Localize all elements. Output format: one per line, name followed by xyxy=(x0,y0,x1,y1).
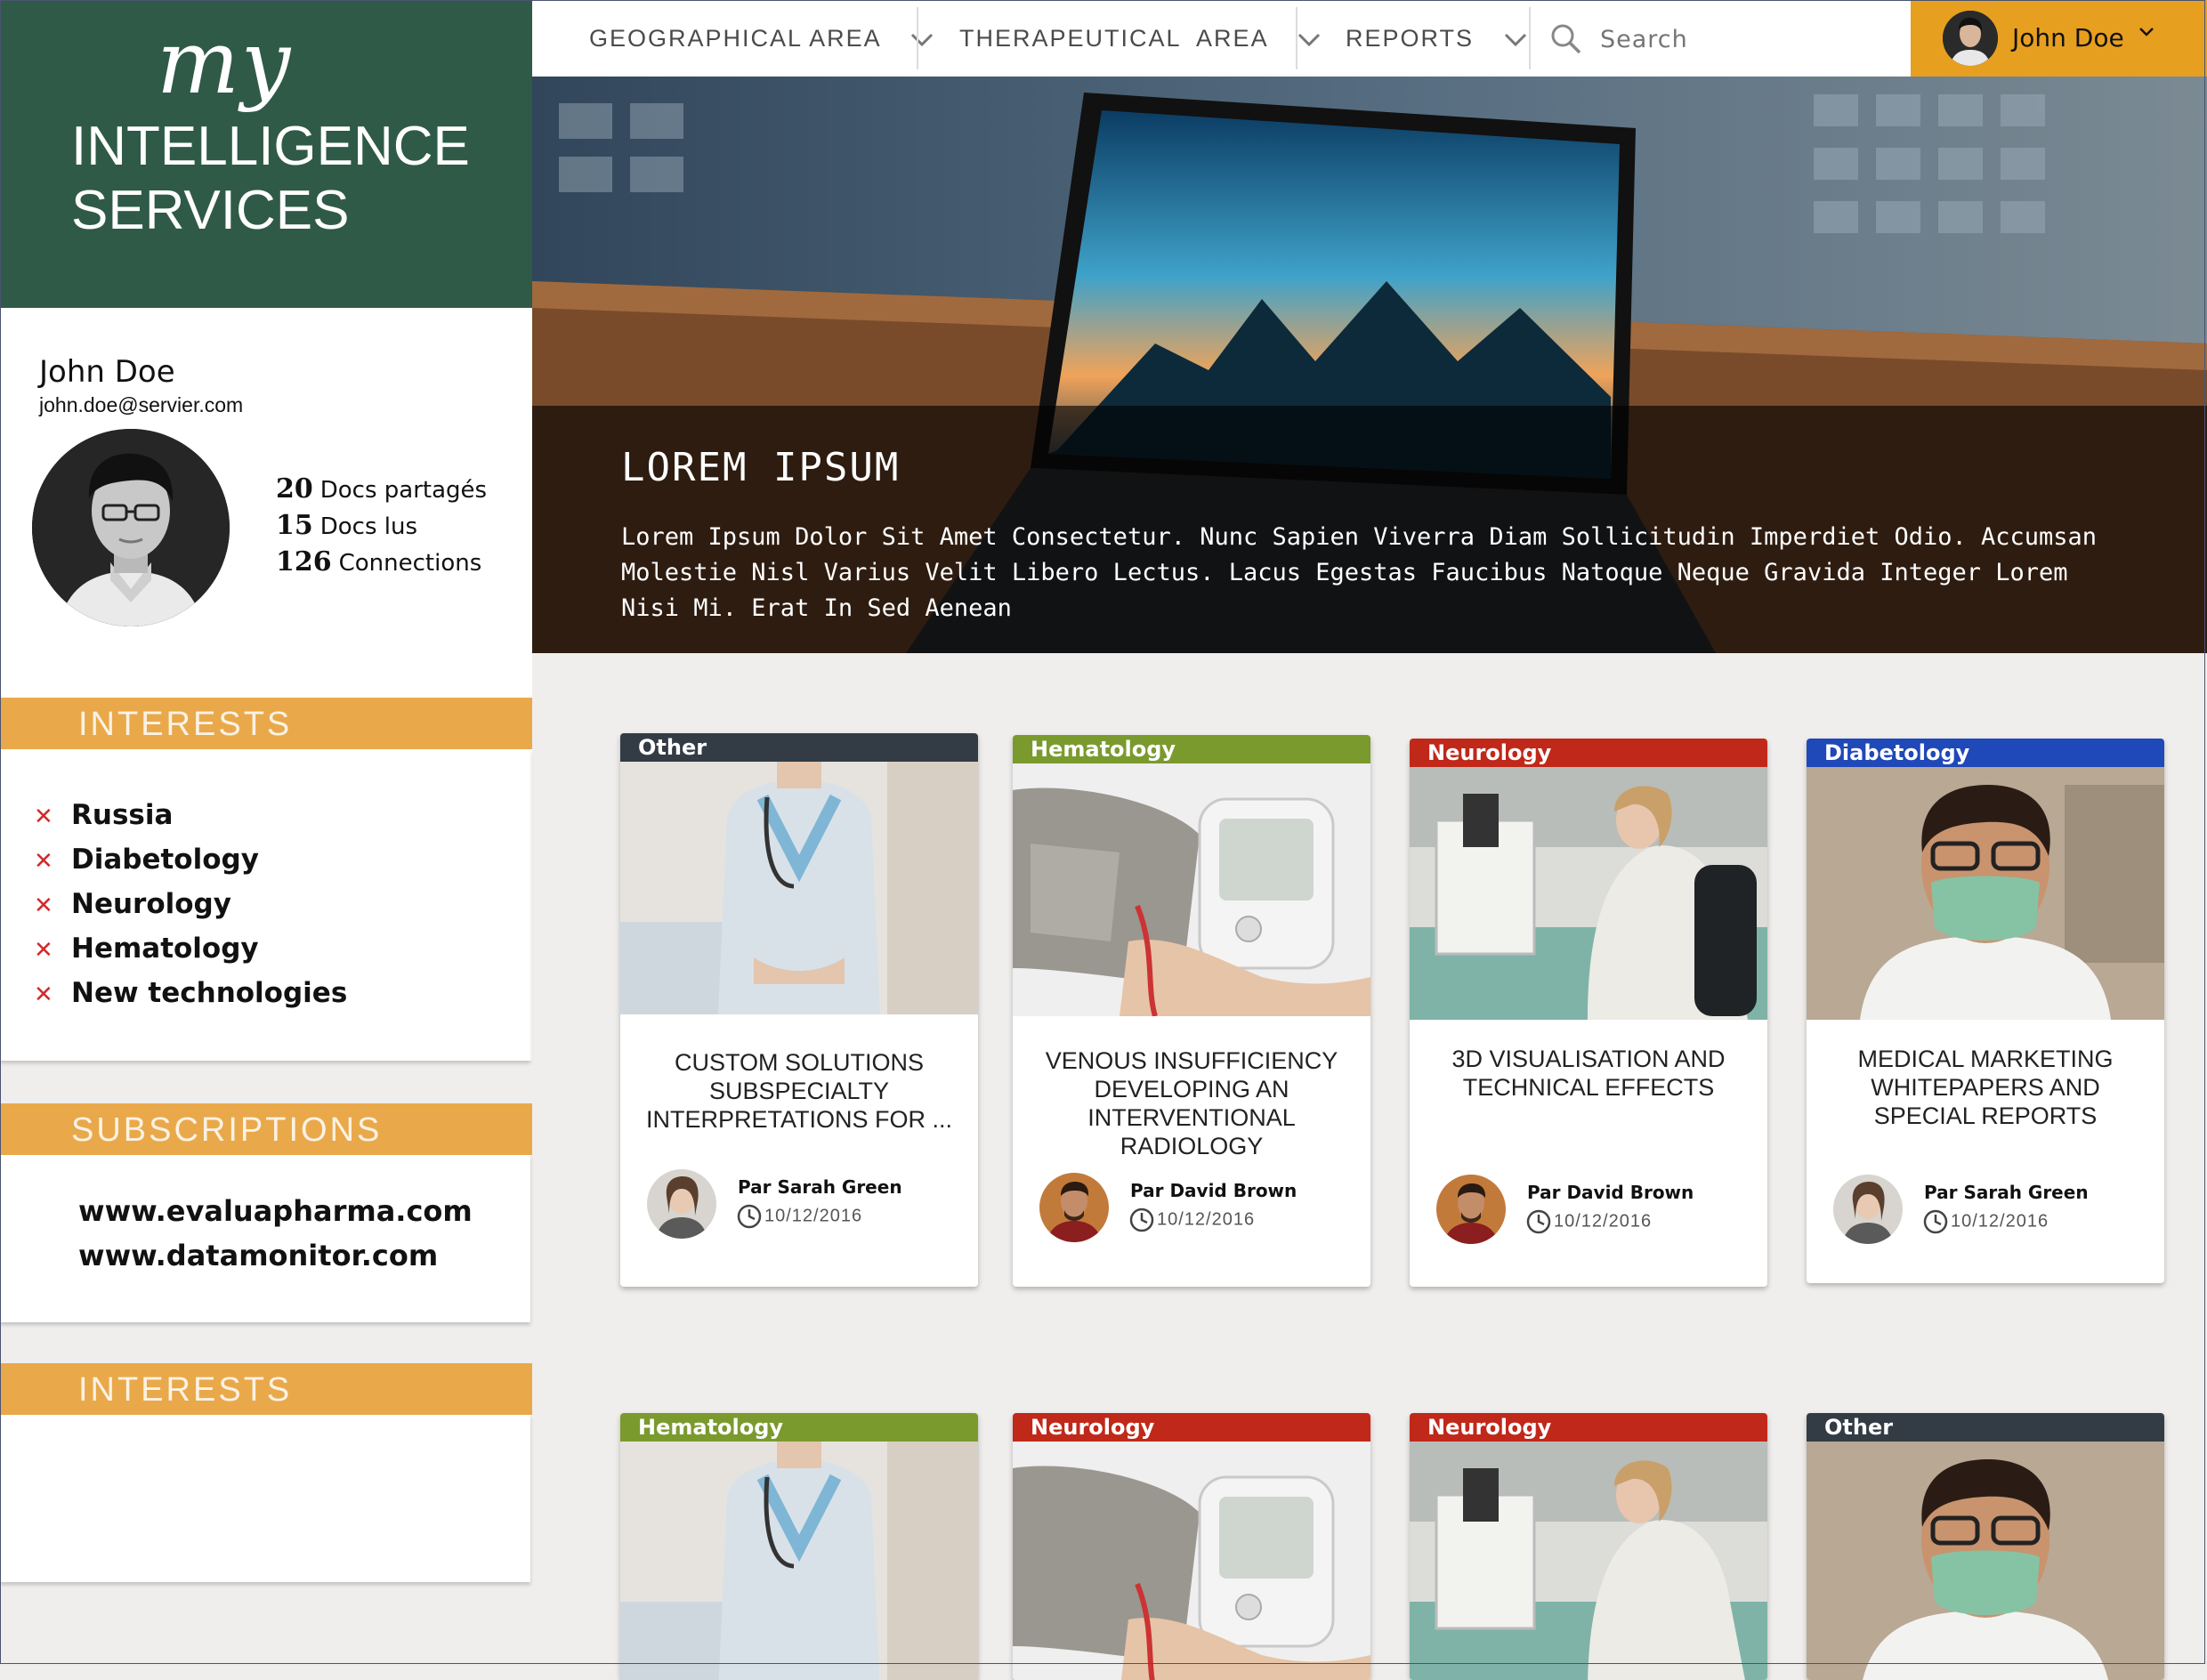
clock-icon xyxy=(1526,1209,1551,1234)
category-tag: Other xyxy=(1807,1413,2164,1442)
category-tag: Neurology xyxy=(1410,739,1767,767)
subscriptions-header: SUBSCRIPTIONS xyxy=(0,1103,532,1155)
interests-panel: ✕ Russia ✕ Diabetology ✕ Neurology ✕ Hematol… xyxy=(0,749,530,1061)
publish-date: 10/12/2016 xyxy=(1128,1207,1255,1233)
author-avatar[interactable] xyxy=(1436,1175,1506,1244)
interest-item[interactable]: ✕ Russia xyxy=(34,799,173,835)
search-box xyxy=(1531,0,1904,77)
nav-divider xyxy=(1296,7,1298,69)
publish-date: 10/12/2016 xyxy=(736,1203,862,1230)
card-image-nurse xyxy=(620,762,978,1014)
interests-header-2: INTERESTS xyxy=(0,1363,532,1415)
interests-header: INTERESTS xyxy=(0,698,532,749)
publish-date: 10/12/2016 xyxy=(1525,1208,1652,1235)
card-image-doctor-mask xyxy=(1807,767,2164,1020)
chevron-down-icon xyxy=(1504,33,1526,46)
article-card[interactable]: Hematology VENOUS INSUFFICIENCY DEVELOPI… xyxy=(1013,735,1370,1287)
hero-title: LOREM IPSUM xyxy=(621,445,901,490)
card-author: Par David Brown 10/12/2016 xyxy=(1436,1175,1757,1246)
category-tag: Neurology xyxy=(1410,1413,1767,1442)
author-name[interactable]: Par David Brown xyxy=(1527,1182,1694,1203)
card-image-microscope xyxy=(1410,1442,1767,1680)
card-image-doctor-mask xyxy=(1807,1442,2164,1680)
remove-icon[interactable]: ✕ xyxy=(34,848,71,875)
hero-text: Lorem Ipsum Dolor Sit Amet Consectetur. … xyxy=(621,523,2098,622)
author-name[interactable]: Par David Brown xyxy=(1130,1180,1297,1201)
nav-therapeutical-area[interactable]: THERAPEUTICAL AREA xyxy=(959,0,1321,77)
article-card[interactable]: Diabetology MEDICAL MARKETING WHITEPAPER… xyxy=(1807,739,2164,1283)
remove-icon[interactable]: ✕ xyxy=(34,937,71,964)
author-avatar[interactable] xyxy=(1039,1173,1109,1242)
avatar xyxy=(1943,11,1998,66)
subscription-link[interactable]: www.datamonitor.com xyxy=(78,1239,438,1272)
clock-icon xyxy=(1129,1208,1154,1232)
stat-connections[interactable]: 126 Connections xyxy=(276,545,487,581)
chevron-down-icon xyxy=(910,33,933,46)
remove-icon[interactable]: ✕ xyxy=(34,981,71,1008)
app-logo[interactable]: my INTELLIGENCE SERVICES xyxy=(0,0,532,308)
clock-icon xyxy=(737,1204,762,1229)
stat-read[interactable]: 15 Docs lus xyxy=(276,508,487,545)
article-card[interactable]: Other CUSTOM SOLUTIONS SUBSPECIALTY INTE… xyxy=(620,733,978,1287)
logo-line-2: SERVICES xyxy=(71,180,350,241)
subscriptions-panel: www.evaluapharma.com www.datamonitor.com xyxy=(0,1155,530,1322)
chevron-down-icon xyxy=(1298,33,1320,46)
nav-divider xyxy=(917,7,918,69)
card-image-microscope xyxy=(1410,767,1767,1020)
user-menu[interactable]: John Doe xyxy=(1911,0,2207,77)
card-title[interactable]: 3D VISUALISATION AND TECHNICAL EFFECTS xyxy=(1427,1045,1750,1102)
interest-item[interactable]: ✕ Hematology xyxy=(34,933,259,968)
category-tag: Hematology xyxy=(1013,735,1370,763)
card-author: Par Sarah Green 10/12/2016 xyxy=(1833,1175,2154,1246)
search-icon[interactable] xyxy=(1550,23,1582,55)
publish-date: 10/12/2016 xyxy=(1922,1208,2049,1235)
author-name[interactable]: Par Sarah Green xyxy=(1924,1182,2089,1203)
interests-panel-2 xyxy=(0,1415,530,1582)
category-tag: Neurology xyxy=(1013,1413,1370,1442)
card-author: Par David Brown 10/12/2016 xyxy=(1039,1173,1360,1244)
clock-icon xyxy=(1923,1209,1948,1234)
card-title[interactable]: CUSTOM SOLUTIONS SUBSPECIALTY INTERPRETA… xyxy=(638,1048,960,1134)
category-tag: Hematology xyxy=(620,1413,978,1442)
card-image-nurse xyxy=(620,1442,978,1680)
article-card[interactable]: Other xyxy=(1807,1413,2164,1680)
article-card[interactable]: Hematology xyxy=(620,1413,978,1680)
author-name[interactable]: Par Sarah Green xyxy=(738,1176,902,1198)
card-title[interactable]: VENOUS INSUFFICIENCY DEVELOPING AN INTER… xyxy=(1031,1046,1353,1160)
search-input[interactable] xyxy=(1598,20,1887,59)
nav-geographical-area[interactable]: GEOGRAPHICAL AREA xyxy=(589,0,934,77)
interest-item[interactable]: ✕ Diabetology xyxy=(34,844,259,879)
author-avatar[interactable] xyxy=(1833,1175,1903,1244)
top-nav: GEOGRAPHICAL AREA THERAPEUTICAL AREA REP… xyxy=(532,0,2207,77)
category-tag: Other xyxy=(620,733,978,762)
profile-name: John Doe xyxy=(39,354,175,390)
chevron-down-icon xyxy=(2139,28,2154,36)
profile-email[interactable]: john.doe@servier.com xyxy=(39,393,243,417)
logo-my: my xyxy=(157,12,293,114)
sidebar: my INTELLIGENCE SERVICES John Doe john.d… xyxy=(0,0,532,1666)
logo-line-1: INTELLIGENCE xyxy=(71,116,470,177)
category-tag: Diabetology xyxy=(1807,739,2164,767)
remove-icon[interactable]: ✕ xyxy=(34,804,71,830)
article-card[interactable]: Neurology 3D VISUALISATION AND TECHNICAL… xyxy=(1410,739,1767,1287)
stat-shared[interactable]: 20 Docs partagés xyxy=(276,472,487,508)
card-title[interactable]: MEDICAL MARKETING WHITEPAPERS AND SPECIA… xyxy=(1824,1045,2146,1130)
interest-item[interactable]: ✕ Neurology xyxy=(34,888,231,924)
user-name: John Doe xyxy=(2012,23,2124,52)
card-image-blood-pressure xyxy=(1013,1442,1370,1680)
hero-banner[interactable]: LOREM IPSUM Lorem Ipsum Dolor Sit Amet C… xyxy=(532,77,2207,653)
profile-stats: 20 Docs partagés 15 Docs lus 126 Connection… xyxy=(276,472,487,581)
card-image-blood-pressure xyxy=(1013,763,1370,1016)
author-avatar[interactable] xyxy=(647,1169,716,1239)
nav-reports[interactable]: REPORTS xyxy=(1346,0,1527,77)
profile-avatar[interactable] xyxy=(32,429,230,626)
remove-icon[interactable]: ✕ xyxy=(34,892,71,919)
subscription-link[interactable]: www.evaluapharma.com xyxy=(78,1194,473,1228)
article-card[interactable]: Neurology xyxy=(1410,1413,1767,1680)
interest-item[interactable]: ✕ New technologies xyxy=(34,977,347,1013)
article-card[interactable]: Neurology xyxy=(1013,1413,1370,1680)
card-author: Par Sarah Green 10/12/2016 xyxy=(647,1169,967,1240)
